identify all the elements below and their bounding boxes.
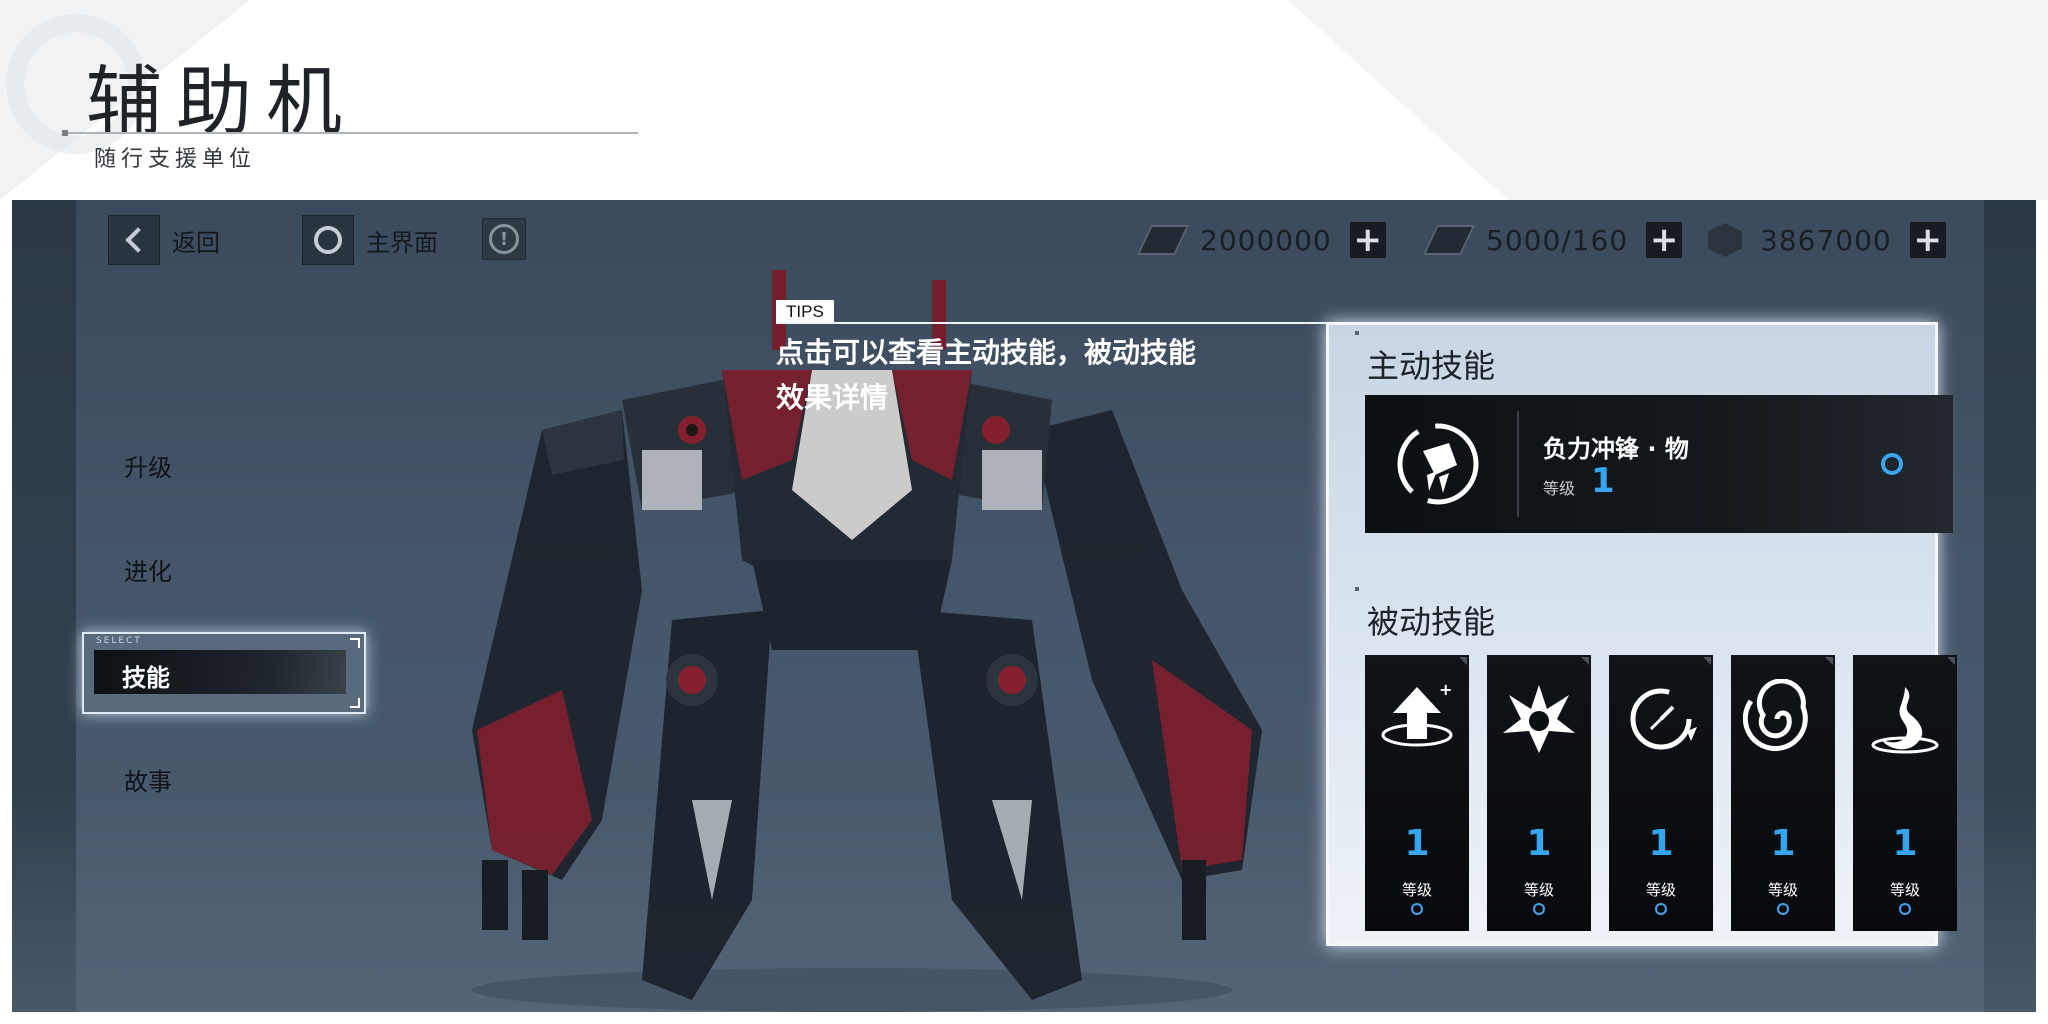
passive-skill-2-ring-icon xyxy=(1533,903,1545,915)
info-button[interactable]: ! xyxy=(482,218,526,260)
active-skill-heading: 主动技能 xyxy=(1367,347,1496,385)
active-skill-level-label: 等级 xyxy=(1543,479,1576,498)
currency-1-value: 2000000 xyxy=(1200,223,1332,257)
passive-skill-card-3[interactable]: 1 等级 xyxy=(1609,655,1713,931)
upgrade-arrow-icon: + xyxy=(1381,680,1453,747)
passive-skill-3-level-label: 等级 xyxy=(1645,881,1676,899)
corner-bracket-icon xyxy=(350,638,360,648)
title-divider-dot xyxy=(62,130,68,136)
passive-skill-1-level: 1 xyxy=(1404,823,1430,864)
header-background-right xyxy=(1288,0,2048,200)
passive-skill-4-level-label: 等级 xyxy=(1767,881,1798,899)
currency-3-add-button[interactable]: + xyxy=(1909,222,1946,258)
corner-bracket-icon xyxy=(350,698,360,708)
passive-skill-1-level-label: 等级 xyxy=(1401,881,1432,899)
select-tag: SELECT xyxy=(96,636,142,646)
menu-item-upgrade[interactable]: 升级 xyxy=(124,448,172,483)
menu-item-story[interactable]: 故事 xyxy=(124,762,172,797)
menu-item-evolve[interactable]: 进化 xyxy=(124,552,172,587)
currency-1-add-button[interactable]: + xyxy=(1349,222,1386,258)
passive-skill-4-ring-icon xyxy=(1777,903,1789,915)
home-ring-icon xyxy=(302,215,354,265)
charge-fist-icon xyxy=(1393,419,1483,509)
passive-skill-2-level: 1 xyxy=(1526,823,1552,864)
passive-skill-5-level-label: 等级 xyxy=(1889,881,1920,899)
vortex-icon xyxy=(1743,679,1808,752)
passive-skill-2-level-label: 等级 xyxy=(1523,881,1554,899)
info-icon: ! xyxy=(489,224,519,254)
passive-skill-1-ring-icon xyxy=(1411,903,1423,915)
currency-2: 5000/160 + xyxy=(1423,218,1683,262)
currency-3: 3867000 + xyxy=(1708,218,1946,262)
active-skill-name: 负力冲锋 · 物 xyxy=(1543,435,1689,463)
passive-skill-3-level: 1 xyxy=(1648,823,1674,864)
menu-item-skills-label: 技能 xyxy=(122,664,170,692)
currency-3-value: 3867000 xyxy=(1760,223,1892,257)
currency-1: 2000000 + xyxy=(1137,218,1386,262)
passive-skill-heading: 被动技能 xyxy=(1367,603,1496,641)
back-label: 返回 xyxy=(172,228,220,257)
passive-skill-card-5[interactable]: 1 等级 xyxy=(1853,655,1957,931)
active-skill-card[interactable]: 负力冲锋 · 物 等级 1 xyxy=(1365,395,1953,533)
clock-cooldown-icon xyxy=(1630,688,1697,750)
panel-dot xyxy=(1355,587,1359,591)
active-skill-divider xyxy=(1517,411,1519,517)
panel-dot xyxy=(1355,331,1359,335)
home-label: 主界面 xyxy=(366,228,438,257)
svg-text:+: + xyxy=(1439,680,1452,699)
passive-skill-4-level: 1 xyxy=(1770,823,1796,864)
flame-swirl-icon xyxy=(1871,687,1939,754)
passive-skill-card-4[interactable]: 1 等级 xyxy=(1731,655,1835,931)
passive-skill-card-2[interactable]: 1 等级 xyxy=(1487,655,1591,931)
passive-skill-card-1[interactable]: + 1 等级 xyxy=(1365,655,1469,931)
burst-icon xyxy=(1503,685,1575,753)
skills-panel: 主动技能 负力冲锋 · 物 等级 1 被动技能 + 1 等级 1 等级 1 等级… xyxy=(1326,322,1957,946)
active-skill-level: 1 xyxy=(1591,461,1615,501)
tips-tag: TIPS xyxy=(776,300,834,324)
tips-text: 点击可以查看主动技能，被动技能效果详情 xyxy=(776,336,1197,414)
game-screen: 返回 主界面 ! 2000000 + 5000/160 + 3867000 + … xyxy=(12,200,2036,1012)
menu-selected-bar: 技能 xyxy=(94,650,346,694)
home-button[interactable]: 主界面 xyxy=(302,214,438,266)
currency-2-add-button[interactable]: + xyxy=(1646,222,1683,258)
passive-skill-5-ring-icon xyxy=(1899,903,1911,915)
ticket-icon xyxy=(1137,225,1189,255)
passive-skill-5-level: 1 xyxy=(1892,823,1918,864)
back-button[interactable]: 返回 xyxy=(108,214,220,266)
crystal-icon xyxy=(1708,223,1742,257)
currency-2-value: 5000/160 xyxy=(1486,223,1629,257)
menu-item-skills[interactable]: SELECT 技能 xyxy=(82,632,366,714)
tips-line xyxy=(776,322,1336,324)
passive-skill-3-ring-icon xyxy=(1655,903,1667,915)
back-chevron-icon xyxy=(108,215,160,265)
battery-icon xyxy=(1423,225,1475,255)
page-subtitle: 随行支援单位 xyxy=(94,147,257,172)
active-skill-ring-icon xyxy=(1881,453,1903,475)
title-divider xyxy=(64,132,638,134)
